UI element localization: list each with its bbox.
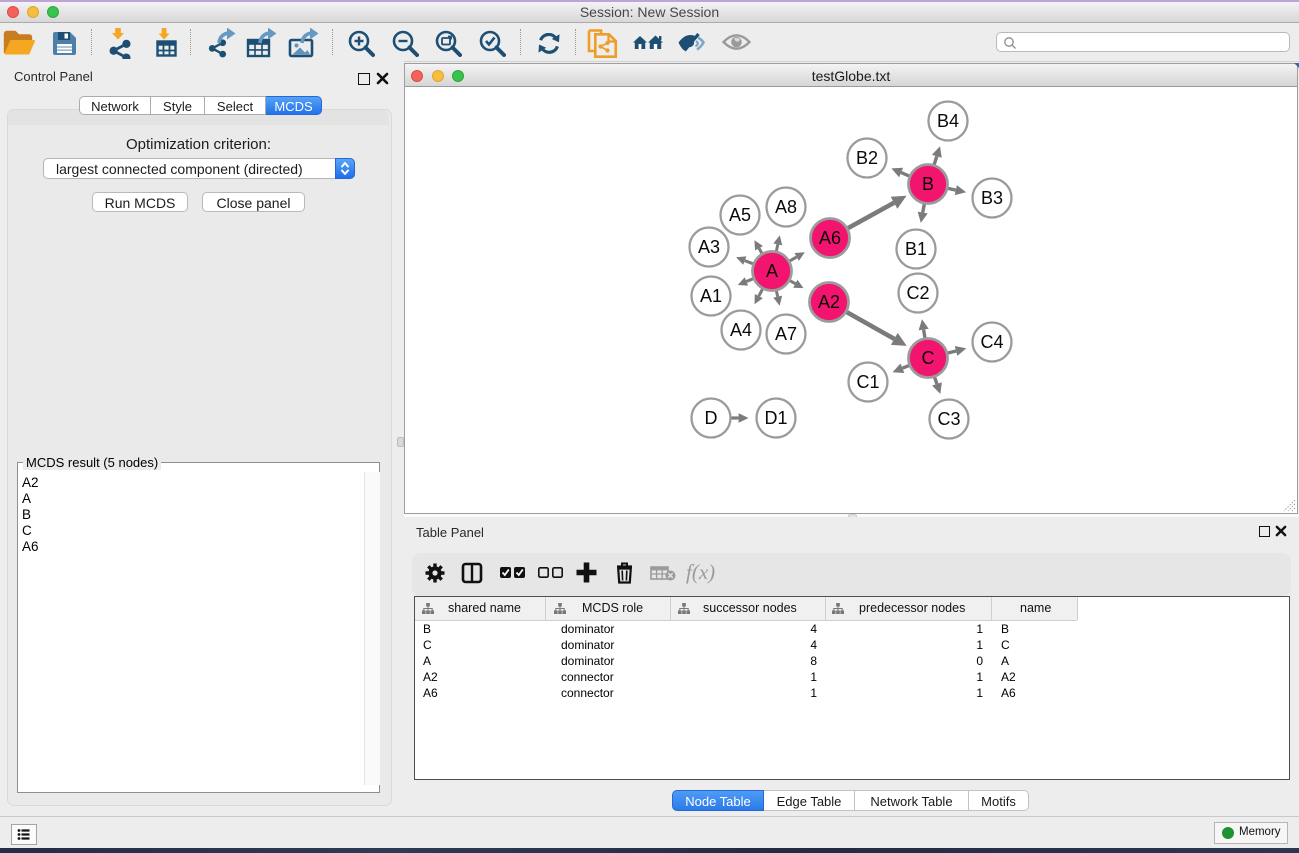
svg-text:D: D bbox=[705, 408, 718, 428]
svg-text:A3: A3 bbox=[698, 237, 720, 257]
svg-text:C3: C3 bbox=[937, 409, 960, 429]
svg-text:B4: B4 bbox=[937, 111, 959, 131]
svg-text:C1: C1 bbox=[856, 372, 879, 392]
svg-text:D1: D1 bbox=[764, 408, 787, 428]
svg-text:C4: C4 bbox=[980, 332, 1003, 352]
svg-text:A5: A5 bbox=[729, 205, 751, 225]
svg-text:C: C bbox=[922, 348, 935, 368]
svg-text:A6: A6 bbox=[819, 228, 841, 248]
svg-text:A7: A7 bbox=[775, 324, 797, 344]
svg-text:C2: C2 bbox=[906, 283, 929, 303]
svg-text:B3: B3 bbox=[981, 188, 1003, 208]
svg-text:B1: B1 bbox=[905, 239, 927, 259]
svg-text:A8: A8 bbox=[775, 197, 797, 217]
svg-text:B2: B2 bbox=[856, 148, 878, 168]
svg-text:A: A bbox=[766, 261, 778, 281]
svg-text:A2: A2 bbox=[818, 292, 840, 312]
svg-text:A1: A1 bbox=[700, 286, 722, 306]
svg-text:A4: A4 bbox=[730, 320, 752, 340]
svg-text:B: B bbox=[922, 174, 934, 194]
